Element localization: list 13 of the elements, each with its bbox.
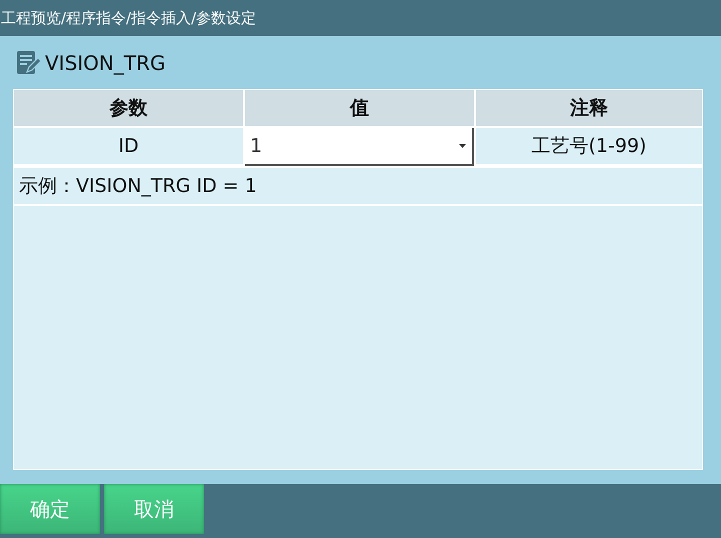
column-header: 参数 (14, 90, 243, 126)
breadcrumb: 工程预览/程序指令/指令插入/参数设定 (0, 8, 256, 28)
value-dropdown[interactable]: 1 (245, 128, 474, 166)
column-header: 注释 (476, 90, 702, 126)
table-cell: 工艺号(1-99) (476, 128, 702, 164)
table-cell: ID (14, 128, 243, 164)
column-header: 值 (245, 90, 474, 126)
example-text: 示例：VISION_TRG ID = 1 (14, 168, 702, 206)
dropdown-arrow-icon (459, 144, 466, 148)
action-button[interactable]: 取消 (104, 484, 204, 534)
instruction-title: VISION_TRG (45, 50, 166, 74)
action-button[interactable]: 确定 (0, 484, 100, 534)
edit-document-icon (15, 50, 41, 76)
